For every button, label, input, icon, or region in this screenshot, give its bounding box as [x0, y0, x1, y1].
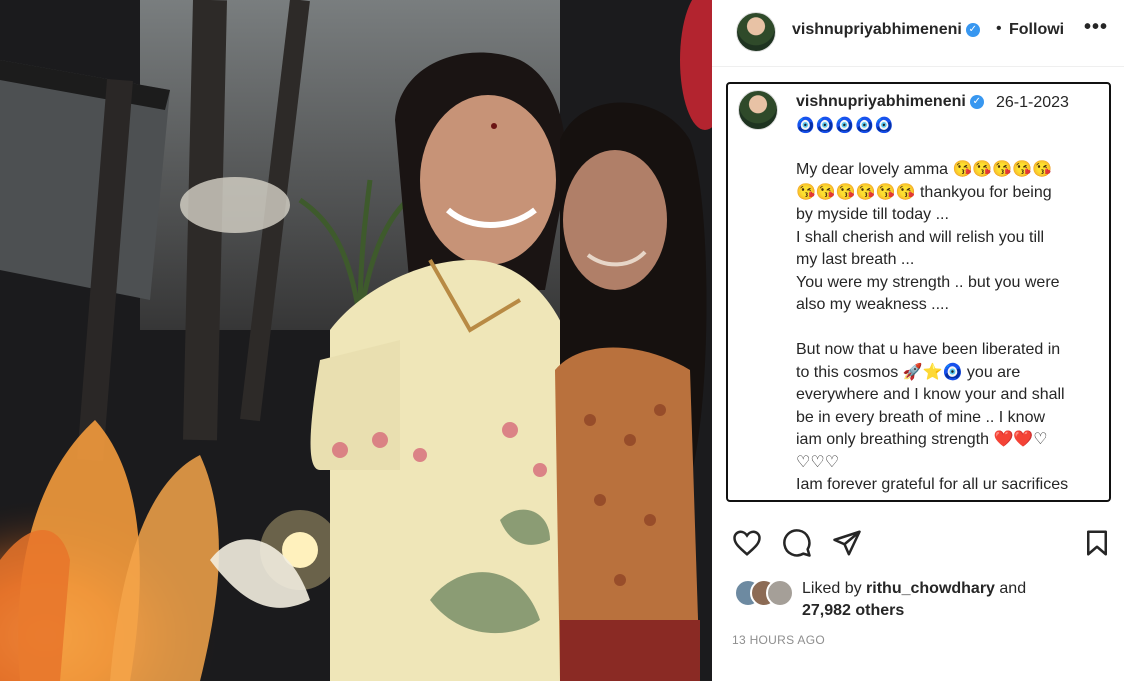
caption-avatar[interactable]	[738, 90, 778, 130]
caption-container[interactable]: vishnupriyabhimeneni ✓ 26-1-2023 🧿🧿🧿🧿🧿 My…	[726, 82, 1111, 502]
liker-name-link[interactable]: rithu_chowdhary	[866, 580, 995, 597]
comment-icon[interactable]	[782, 528, 812, 558]
caption-emoji-row: 🧿🧿🧿🧿🧿	[796, 117, 895, 134]
post-side-panel: vishnupriyabhimeneni ✓ • Followi ••• vish…	[712, 0, 1124, 681]
caption-text: My dear lovely amma 😘😘😘😘😘 😘😘😘😘😘😘 thankyo…	[796, 161, 1069, 500]
header-separator: •	[996, 20, 1002, 37]
header-username-group[interactable]: vishnupriyabhimeneni ✓	[792, 21, 980, 39]
verified-badge-icon: ✓	[969, 94, 984, 109]
post-header: vishnupriyabhimeneni ✓ • Followi •••	[712, 0, 1124, 67]
avatar[interactable]	[736, 12, 776, 52]
header-username[interactable]: vishnupriyabhimeneni	[792, 21, 962, 38]
share-icon[interactable]	[832, 528, 862, 558]
post-timestamp[interactable]: 13 HOURS AGO	[732, 633, 825, 647]
likes-count-link[interactable]: 27,982 others	[802, 602, 904, 619]
liker-avatars[interactable]	[734, 579, 794, 607]
likes-text: Liked by rithu_chowdhary and 27,982 othe…	[802, 578, 1122, 622]
caption-username[interactable]: vishnupriyabhimeneni	[796, 93, 966, 110]
photo-illustration	[0, 0, 712, 681]
post-photo[interactable]	[0, 0, 712, 681]
likes-middle: and	[994, 580, 1027, 597]
heart-icon[interactable]	[732, 528, 762, 558]
more-options-icon[interactable]: •••	[1084, 16, 1108, 39]
likes-prefix: Liked by	[802, 580, 867, 597]
follow-button[interactable]: Followi	[1009, 21, 1064, 39]
bookmark-icon[interactable]	[1082, 528, 1112, 558]
verified-badge-icon: ✓	[965, 22, 980, 37]
caption-username-group[interactable]: vishnupriyabhimeneni ✓	[796, 93, 984, 111]
caption-date: 26-1-2023	[996, 94, 1069, 111]
liker-avatar[interactable]	[766, 579, 794, 607]
action-bar	[712, 520, 1124, 564]
